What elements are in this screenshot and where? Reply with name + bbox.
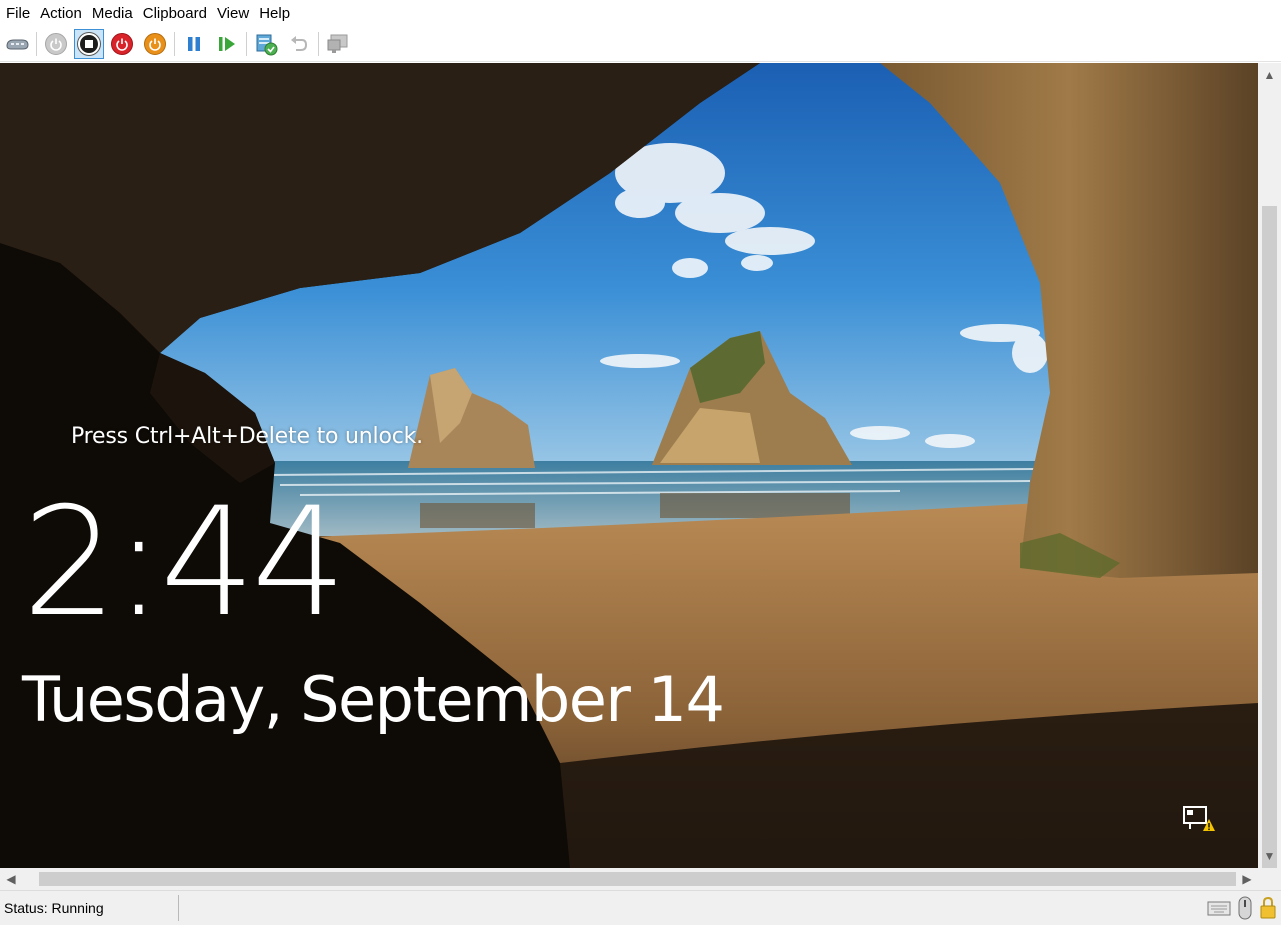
scrollbar-corner — [1258, 868, 1281, 890]
shut-down-button[interactable] — [107, 29, 137, 59]
lock-icon — [1259, 896, 1277, 920]
resume-icon — [219, 37, 235, 51]
save-state-icon — [144, 33, 166, 55]
resume-button[interactable] — [212, 29, 242, 59]
pause-button[interactable] — [179, 29, 209, 59]
pause-icon — [188, 37, 200, 51]
menu-help[interactable]: Help — [254, 0, 295, 27]
vertical-scrollbar[interactable]: ▲ ▼ — [1258, 63, 1281, 868]
toolbar-separator — [36, 32, 37, 56]
vertical-scroll-thumb[interactable] — [1262, 206, 1277, 868]
status-icons — [1207, 896, 1277, 920]
vm-screen[interactable]: Press Ctrl+Alt+Delete to unlock. 2:44 Tu… — [0, 63, 1258, 868]
menu-action[interactable]: Action — [35, 0, 87, 27]
network-warning-icon[interactable] — [1181, 804, 1215, 834]
checkpoint-button[interactable] — [251, 29, 281, 59]
turn-off-button[interactable] — [74, 29, 104, 59]
scroll-left-arrow[interactable]: ◀ — [0, 868, 22, 890]
menu-bar: File Action Media Clipboard View Help — [0, 0, 1281, 27]
toolbar — [0, 27, 1281, 62]
save-state-button[interactable] — [140, 29, 170, 59]
turn-off-icon — [78, 33, 100, 55]
toolbar-separator — [246, 32, 247, 56]
start-icon — [45, 33, 67, 55]
keyboard-icon — [1207, 899, 1231, 917]
revert-button[interactable] — [284, 29, 314, 59]
menu-media[interactable]: Media — [87, 0, 138, 27]
menu-clipboard[interactable]: Clipboard — [138, 0, 212, 27]
ctrl-alt-del-icon — [6, 39, 29, 50]
mouse-icon — [1237, 896, 1253, 920]
scroll-down-arrow[interactable]: ▼ — [1258, 846, 1281, 866]
toolbar-separator — [174, 32, 175, 56]
menu-view[interactable]: View — [212, 0, 254, 27]
scroll-up-arrow[interactable]: ▲ — [1258, 65, 1281, 85]
status-separator — [178, 895, 179, 921]
shut-down-icon — [111, 33, 133, 55]
horizontal-scroll-thumb[interactable] — [39, 872, 1236, 886]
ctrl-alt-del-button[interactable] — [2, 29, 32, 59]
checkpoint-icon — [256, 34, 278, 56]
unlock-hint: Press Ctrl+Alt+Delete to unlock. — [71, 424, 423, 449]
start-button[interactable] — [41, 29, 71, 59]
enhanced-session-icon — [327, 34, 348, 53]
scroll-right-arrow[interactable]: ▶ — [1236, 868, 1258, 890]
horizontal-scrollbar[interactable]: ◀ ▶ — [0, 868, 1258, 890]
menu-file[interactable]: File — [1, 0, 35, 27]
status-text: Status: Running — [4, 900, 104, 916]
lockscreen-date: Tuesday, September 14 — [22, 663, 725, 736]
toolbar-separator — [318, 32, 319, 56]
lockscreen-time: 2:44 — [22, 476, 347, 650]
status-bar: Status: Running — [0, 890, 1281, 925]
lockscreen-wallpaper — [0, 63, 1258, 868]
revert-icon — [291, 36, 308, 51]
enhanced-session-button[interactable] — [323, 29, 353, 59]
